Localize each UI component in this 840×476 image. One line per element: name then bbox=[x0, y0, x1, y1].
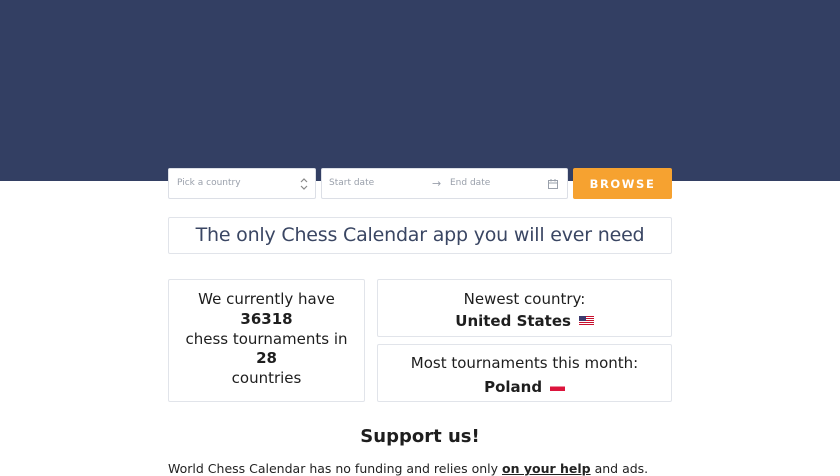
browse-button[interactable]: BROWSE bbox=[573, 168, 672, 199]
tagline-banner: The only Chess Calendar app you will eve… bbox=[168, 217, 672, 254]
support-text: World Chess Calendar has no funding and … bbox=[168, 461, 648, 476]
calendar-icon bbox=[548, 179, 558, 189]
date-range-picker[interactable]: Start date → End date bbox=[321, 168, 568, 199]
support-text-end: and ads. bbox=[590, 461, 649, 476]
country-select-placeholder: Pick a country bbox=[177, 178, 241, 188]
us-flag-icon bbox=[578, 316, 594, 325]
newest-country-label: Newest country: bbox=[463, 290, 586, 308]
stats-end-text: countries bbox=[231, 369, 302, 388]
newest-country-card: Newest country: United States bbox=[377, 279, 672, 337]
tournament-count: 36318 bbox=[240, 309, 293, 328]
stats-intro-text: We currently have bbox=[198, 290, 335, 308]
country-select[interactable]: Pick a country bbox=[168, 168, 316, 199]
hero-banner bbox=[0, 0, 840, 181]
country-count: 28 bbox=[256, 349, 277, 368]
end-date-input[interactable]: End date bbox=[450, 178, 490, 188]
most-tournaments-label: Most tournaments this month: bbox=[410, 354, 639, 372]
newest-country-name: United States bbox=[455, 312, 571, 330]
select-arrows-icon bbox=[300, 178, 308, 190]
tournament-stats-card: We currently have 36318 chess tournament… bbox=[168, 279, 365, 402]
support-text-start: World Chess Calendar has no funding and … bbox=[168, 461, 502, 476]
stats-middle-text: chess tournaments in bbox=[185, 329, 348, 348]
help-link[interactable]: on your help bbox=[502, 461, 591, 476]
poland-flag-icon bbox=[549, 382, 565, 391]
support-title: Support us! bbox=[360, 426, 480, 447]
most-tournaments-country: Poland bbox=[484, 378, 543, 396]
date-range-arrow-icon: → bbox=[432, 177, 442, 190]
start-date-input[interactable]: Start date bbox=[329, 178, 374, 188]
most-tournaments-card: Most tournaments this month: Poland bbox=[377, 344, 672, 402]
